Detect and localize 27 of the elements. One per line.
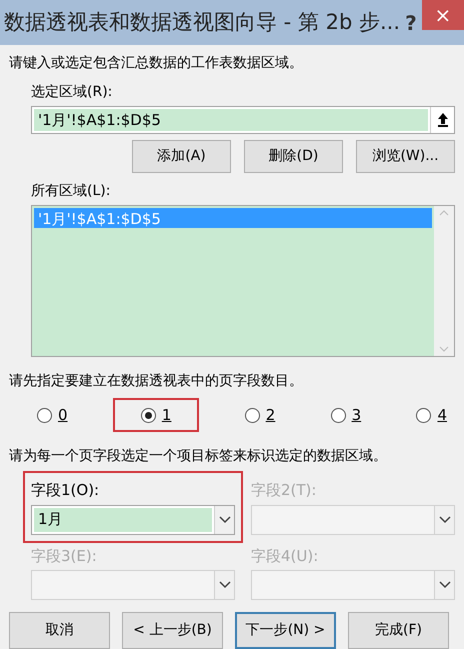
range-field[interactable]: '1月'!$A$1:$D$5: [34, 109, 428, 131]
field-label: 字段4(U):: [251, 546, 320, 566]
instruction-text: 请为每一个页字段选定一个项目标签来标识选定的数据区域。: [9, 447, 388, 466]
action-button[interactable]: 添加(A): [132, 140, 231, 173]
field-label: 字段2(T):: [251, 480, 318, 501]
dialog-button[interactable]: 下一步(N) >: [235, 612, 336, 649]
field-label: 字段1(O):: [31, 480, 100, 501]
radio-label: 4: [437, 404, 447, 426]
action-button[interactable]: 浏览(W)...: [356, 140, 455, 173]
field-label: 字段3(E):: [31, 546, 98, 566]
radio-label: 0: [58, 404, 68, 426]
help-button[interactable]: ?: [400, 8, 422, 38]
field-label: 所有区域(L):: [31, 182, 112, 201]
field-label: 选定区域(R):: [31, 83, 114, 102]
radio-label: 1: [162, 404, 172, 426]
radio-label: 2: [266, 404, 276, 426]
instruction-text: 请键入或选定包含汇总数据的工作表数据区域。: [9, 54, 304, 73]
dialog-button[interactable]: 取消: [9, 612, 110, 649]
close-button[interactable]: ×: [422, 0, 464, 30]
window-title: 数据透视表和数据透视图向导 - 第 2b 步...: [4, 8, 400, 36]
dialog-button[interactable]: < 上一步(B): [122, 612, 223, 649]
dropdown-field[interactable]: 1月: [31, 504, 235, 534]
field-value: 1月: [38, 509, 63, 530]
dialog-button[interactable]: 完成(F): [348, 612, 449, 649]
action-button[interactable]: 删除(D): [244, 140, 343, 173]
radio-label: 3: [352, 404, 362, 426]
instruction-text: 请先指定要建立在数据透视表中的页字段数目。: [9, 372, 304, 391]
